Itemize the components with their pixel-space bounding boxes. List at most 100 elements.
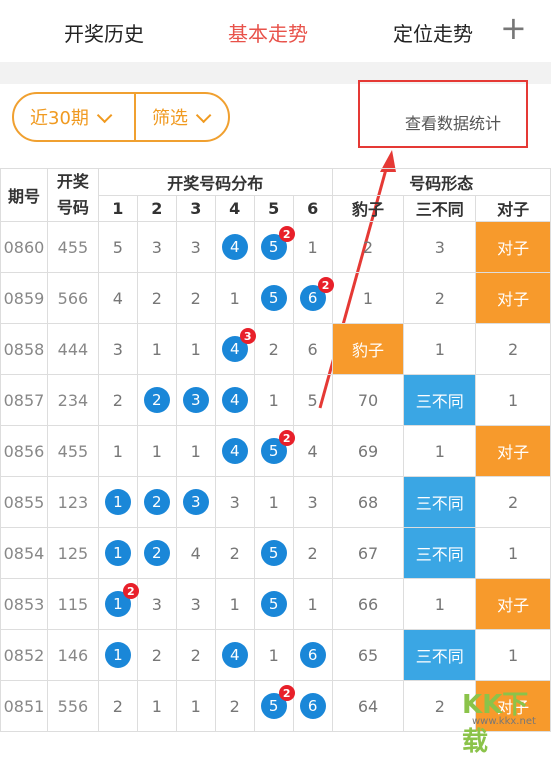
number-ball: 52 [260,226,295,260]
distribution-cell: 1 [292,578,333,630]
distribution-cell: 1 [253,629,294,681]
number-ball: 4 [221,387,248,413]
header-shape: 号码形态 [331,168,551,196]
period-cell: 0851 [0,680,48,732]
table-row: 0855 123 1 2 3 3 1 3 68 三不同 2 [0,476,551,528]
distribution-cell: 1 [97,425,138,477]
number-ball: 2 [143,540,170,566]
period-cell: 0859 [0,272,48,324]
distribution-cell: 3 [175,374,216,426]
ball-value: 2 [152,493,162,511]
distribution-cell: 3 [292,476,333,528]
distribution-cell: 52 [253,221,295,273]
ball-value: 5 [268,442,279,460]
distribution-cell: 62 [292,272,334,324]
distribution-cell: 4 [97,272,138,324]
table-row: 0859 566 4 2 2 1 5 6 2 1 2 对子 [0,272,551,324]
ball-value: 4 [229,340,240,358]
header-col-6: 6 [292,194,333,222]
distribution-cell: 3 [214,476,255,528]
distribution-cell: 4 [292,425,333,477]
repeat-count-badge: 2 [122,583,139,599]
distribution-cell: 5 [253,578,294,630]
distribution-cell: 3 [175,476,216,528]
number-ball: 6 [299,642,326,668]
ball-value: 6 [307,646,318,664]
distribution-cell: 52 [253,425,295,477]
three-diff-cell: 三不同 [403,629,477,681]
distribution-cell: 3 [175,221,216,273]
distribution-cell: 2 [97,680,138,732]
period-cell: 0853 [0,578,48,630]
number-ball: 62 [299,277,334,311]
distribution-cell: 5 [253,527,294,579]
pair-cell: 对子 [475,578,551,630]
leopard-cell: 65 [331,629,405,681]
distribution-cell: 1 [175,680,216,732]
number-ball: 2 [143,489,170,515]
period-cell: 0857 [0,374,48,426]
distribution-cell: 12 [97,578,139,630]
distribution-cell: 5 [253,272,294,324]
three-diff-cell: 三不同 [403,374,477,426]
distribution-cell: 3 [175,578,216,630]
distribution-cell: 2 [253,323,294,375]
number-ball: 2 [143,387,170,413]
period-cell: 0856 [0,425,48,477]
distribution-cell: 3 [136,221,177,273]
period-cell: 0855 [0,476,48,528]
leopard-cell: 68 [331,476,405,528]
number-ball: 5 [260,540,287,566]
distribution-cell: 2 [97,374,138,426]
number-ball: 52 [260,685,295,719]
header-col-5: 5 [253,194,294,222]
distribution-cell: 5 [97,221,138,273]
distribution-cell: 4 [214,221,255,273]
distribution-cell: 1 [97,476,138,528]
distribution-cell: 4 [214,374,255,426]
number-ball: 5 [260,591,287,617]
repeat-count-badge: 2 [317,277,334,293]
three-diff-cell: 1 [403,323,477,375]
distribution-cell: 6 [292,629,333,681]
leopard-cell: 70 [331,374,405,426]
distribution-cell: 3 [136,578,177,630]
ball-value: 5 [268,238,279,256]
leopard-cell: 69 [331,425,405,477]
number-cell: 123 [46,476,99,528]
ball-value: 4 [229,442,240,460]
number-cell: 566 [46,272,99,324]
number-cell: 455 [46,221,99,273]
three-diff-cell: 2 [403,272,477,324]
number-cell: 444 [46,323,99,375]
ball-value: 1 [113,646,123,664]
table-row: 0860 455 5 3 3 4 5 2 1 2 3 对子 [0,221,551,273]
number-cell: 125 [46,527,99,579]
table-row: 0853 115 1 2 3 3 1 5 1 66 1 对子 [0,578,551,630]
pair-cell: 1 [475,527,551,579]
distribution-cell: 1 [214,578,255,630]
distribution-cell: 1 [175,323,216,375]
repeat-count-badge: 2 [278,430,295,446]
distribution-cell: 1 [253,476,294,528]
three-diff-cell: 三不同 [403,527,477,579]
leopard-cell: 1 [331,272,405,324]
distribution-cell: 1 [136,680,177,732]
repeat-count-badge: 3 [239,328,256,344]
distribution-cell: 1 [97,527,138,579]
number-ball: 4 [221,438,248,464]
ball-value: 6 [307,289,318,307]
ball-value: 5 [268,544,279,562]
trend-table: 期号 开奖 号码 开奖号码分布 号码形态 1 2 3 4 5 6 豹子 三不同 … [0,168,551,732]
pair-cell: 对子 [475,221,551,273]
number-ball: 6 [299,693,326,719]
table-row: 0852 146 1 2 2 4 1 6 65 三不同 1 [0,629,551,681]
distribution-cell: 3 [97,323,138,375]
leopard-cell: 2 [331,221,405,273]
ball-value: 6 [307,697,318,715]
number-ball: 43 [221,328,256,362]
ball-value: 5 [268,595,279,613]
distribution-cell: 2 [175,629,216,681]
distribution-cell: 43 [214,323,256,375]
number-ball: 3 [182,387,209,413]
